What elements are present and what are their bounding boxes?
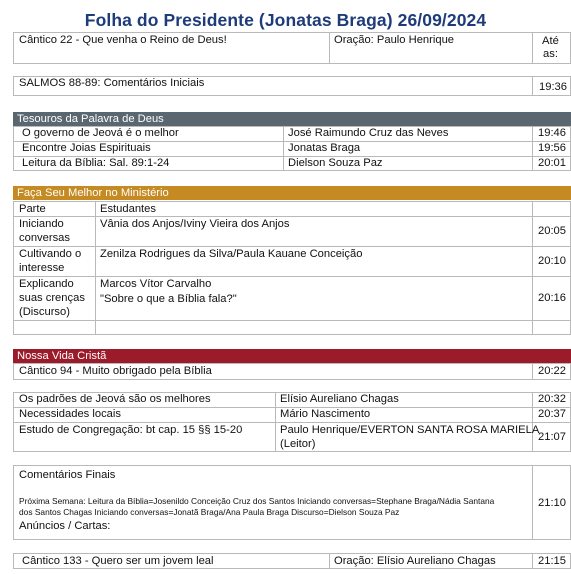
tesouros-time-3: 20:01 bbox=[538, 157, 566, 169]
tesouros-name-1: José Raimundo Cruz das Neves bbox=[288, 127, 449, 139]
ministerio-part-1a: Iniciando bbox=[19, 218, 64, 230]
tesouros-part-2: Encontre Joias Espirituais bbox=[22, 142, 151, 154]
vida-crista-part-2: Necessidades locais bbox=[19, 408, 121, 420]
vida-crista-time-1: 20:32 bbox=[538, 393, 566, 405]
ministerio-students-3: Marcos Vítor Carvalho bbox=[100, 278, 212, 290]
vida-crista-part-1: Os padrões de Jeová são os melhores bbox=[19, 393, 211, 405]
ministerio-students-2: Zenilza Rodrigues da Silva/Paula Kauane … bbox=[100, 248, 363, 260]
ministerio-part-2a: Cultivando o bbox=[19, 248, 82, 260]
closing-comments: Comentários Finais bbox=[19, 469, 116, 481]
psalms-time: 19:36 bbox=[539, 81, 567, 93]
tesouros-name-3: Dielson Souza Paz bbox=[288, 157, 383, 169]
ministerio-time-1: 20:05 bbox=[538, 225, 566, 237]
vida-crista-time-2: 20:37 bbox=[538, 408, 566, 420]
ministerio-part-3a: Explicando bbox=[19, 278, 74, 290]
tesouros-header: Tesouros da Palavra de Deus bbox=[13, 112, 571, 126]
ministerio-part-3c: (Discurso) bbox=[19, 306, 70, 318]
vida-crista-name-3: Paulo Henrique/EVERTON SANTA ROSA MARIEL… bbox=[280, 424, 540, 436]
ministerio-part-2b: interesse bbox=[19, 262, 65, 274]
ministerio-students-3-talk: "Sobre o que a Bíblia fala?" bbox=[100, 293, 237, 305]
vida-crista-name-2: Mário Nascimento bbox=[280, 408, 371, 420]
page-title: Folha do Presidente (Jonatas Braga) 26/0… bbox=[84, 10, 487, 30]
vida-crista-name-1: Elísio Aureliano Chagas bbox=[280, 393, 399, 405]
next-week-line-2: dos Santos Chagas Iniciando conversas=Jo… bbox=[19, 507, 400, 517]
tesouros-name-2: Jonatas Braga bbox=[288, 142, 361, 154]
final-song: Cântico 133 - Quero ser um jovem leal bbox=[22, 555, 214, 567]
final-prayer: Oração: Elísio Aureliano Chagas bbox=[334, 555, 496, 567]
vida-crista-name-3-reader: (Leitor) bbox=[280, 438, 316, 450]
opening-time-label-2: as: bbox=[543, 48, 558, 60]
ministerio-part-3b: suas crenças bbox=[19, 292, 85, 304]
final-time: 21:15 bbox=[538, 555, 566, 567]
psalms-label: SALMOS 88-89: Comentários Iniciais bbox=[19, 77, 205, 89]
tesouros-part-3: Leitura da Bíblia: Sal. 89:1-24 bbox=[22, 157, 170, 169]
vida-crista-part-3: Estudo de Congregação: bt cap. 15 §§ 15-… bbox=[19, 424, 243, 436]
next-week-line-1: Próxima Semana: Leitura da Bíblia=Joseni… bbox=[19, 496, 495, 506]
ministerio-time-3: 20:16 bbox=[538, 292, 566, 304]
ministerio-col-students: Estudantes bbox=[100, 203, 156, 215]
ministerio-table bbox=[13, 201, 571, 335]
tesouros-time-1: 19:46 bbox=[538, 127, 566, 139]
ministerio-col-part: Parte bbox=[19, 203, 46, 215]
vida-crista-time-3: 21:07 bbox=[538, 431, 566, 443]
tesouros-time-2: 19:56 bbox=[538, 142, 566, 154]
opening-prayer: Oração: Paulo Henrique bbox=[334, 34, 455, 46]
ministerio-part-1b: conversas bbox=[19, 232, 70, 244]
closing-announcements: Anúncios / Cartas: bbox=[19, 520, 111, 532]
ministerio-header: Faça Seu Melhor no Ministério bbox=[13, 186, 571, 200]
vida-crista-song-time: 20:22 bbox=[538, 365, 566, 377]
closing-time: 21:10 bbox=[538, 497, 566, 509]
opening-song: Cântico 22 - Que venha o Reino de Deus! bbox=[19, 34, 227, 46]
vida-crista-song: Cântico 94 - Muito obrigado pela Bíblia bbox=[19, 365, 212, 377]
ministerio-students-1: Vânia dos Anjos/Iviny Vieira dos Anjos bbox=[100, 218, 290, 230]
vida-crista-header: Nossa Vida Cristã bbox=[13, 349, 571, 363]
ministerio-time-2: 20:10 bbox=[538, 255, 566, 267]
tesouros-part-1: O governo de Jeová é o melhor bbox=[22, 127, 179, 139]
